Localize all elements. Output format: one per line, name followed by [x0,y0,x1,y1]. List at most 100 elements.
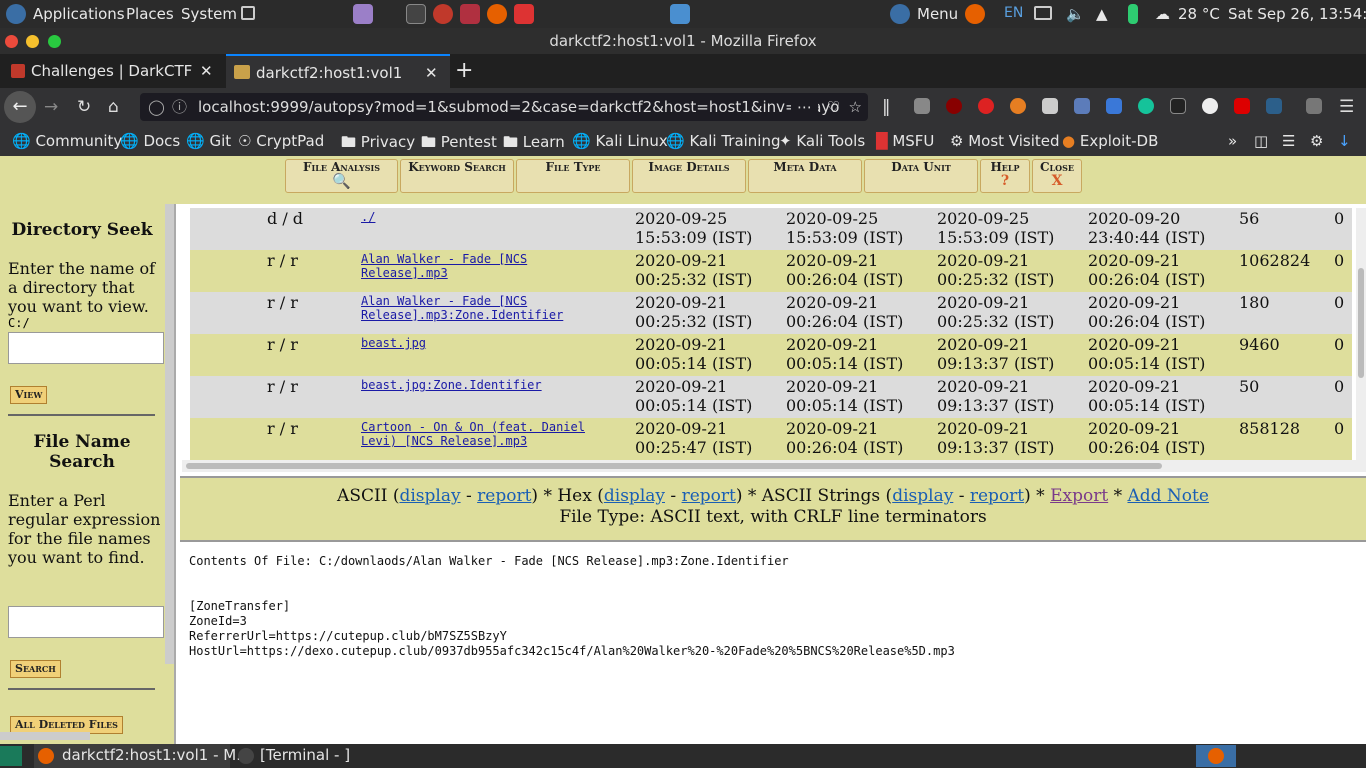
back-icon[interactable]: ← [4,91,36,123]
scroll-thumb[interactable] [186,463,1162,469]
export-link[interactable]: Export [1050,486,1108,506]
taskbar-terminal-window[interactable]: [Terminal - ] [236,744,436,768]
tab-autopsy[interactable]: darkctf2:host1:vol1 ✕ [226,54,450,88]
settings-icon[interactable]: ⚙ [1310,132,1323,150]
metasploit-icon[interactable] [460,4,480,24]
tab-image-details[interactable]: Image Details [632,159,746,193]
bookmark-folder-learn[interactable]: 🖿 Learn [503,132,565,157]
new-tab-icon[interactable]: + [455,54,473,88]
system-menu[interactable]: System [181,5,237,23]
shield-icon[interactable]: ◯ [148,93,165,121]
cookie-icon[interactable] [1202,98,1218,114]
close-tab-icon[interactable]: ✕ [200,54,213,88]
foxyproxy-icon[interactable] [1010,98,1026,114]
taskbar-firefox-window[interactable]: darkctf2:host1:vol1 - M... [34,744,251,768]
battery-icon[interactable] [1128,4,1138,24]
extension-menu-icon[interactable] [1306,98,1322,114]
show-desktop-icon[interactable] [0,746,22,766]
downloads-icon[interactable]: ↓ [1338,132,1351,150]
tab-file-type[interactable]: File Type [516,159,630,193]
weather-temp[interactable]: 28 °C [1178,5,1220,23]
file-name-link[interactable]: Cartoon - On & On (feat. Daniel Levi) [N… [361,420,591,448]
page-info-icon[interactable]: ⓘ [172,93,187,121]
scroll-thumb[interactable] [1358,268,1364,378]
strings-display-link[interactable]: display [892,486,953,506]
search-button[interactable]: Search [10,660,61,678]
wifi-icon[interactable]: ▲ [1096,5,1108,23]
file-name-link[interactable]: ./ [361,210,591,224]
applications-menu[interactable]: Applications [33,5,125,23]
workspace-switcher[interactable] [1196,745,1236,767]
directory-input[interactable] [8,332,164,364]
recorder-icon[interactable] [514,4,534,24]
shodan-icon[interactable] [1234,98,1250,114]
maximize-window-icon[interactable] [48,35,61,48]
bookmark-docs[interactable]: 🌐 Docs [120,132,180,150]
terminal-icon[interactable] [406,4,426,24]
bookmark-git[interactable]: 🌐 Git [186,132,231,150]
keyboard-layout[interactable]: EN [1004,5,1023,21]
sidebar-scrollbar[interactable] [165,204,174,664]
close-window-icon[interactable] [5,35,18,48]
text-editor-icon[interactable] [353,4,373,24]
bookmark-msfu[interactable]: █ MSFU [876,132,934,150]
display-icon[interactable] [1034,6,1052,20]
ascii-report-link[interactable]: report [477,486,531,506]
ublock-icon[interactable] [946,98,962,114]
home-icon[interactable]: ⌂ [108,97,119,117]
filename-regex-input[interactable] [8,606,164,638]
wappalyzer-icon[interactable] [1074,98,1090,114]
translate-icon[interactable] [1106,98,1122,114]
menu-button[interactable]: Menu [917,5,958,23]
file-name-link[interactable]: beast.jpg [361,336,591,350]
noscript-icon[interactable] [1266,98,1282,114]
kali-logo-icon[interactable] [6,4,26,24]
tab-file-analysis[interactable]: File Analysis 🔍 [285,159,398,193]
reader-icon[interactable]: ☰ [1282,132,1295,150]
volume-icon[interactable]: 🔈 [1066,5,1085,23]
bookmark-cryptpad[interactable]: ☉ CryptPad [238,132,324,150]
firefox-launcher-icon[interactable] [487,4,507,24]
more-bookmarks-icon[interactable]: » [1228,132,1237,150]
clock[interactable]: Sat Sep 26, 13:54:59 [1228,5,1366,23]
minimize-window-icon[interactable] [26,35,39,48]
bookmark-community[interactable]: 🌐 Community [12,132,122,150]
tab-challenges[interactable]: Challenges | DarkCTF ✕ [0,54,225,88]
bookmark-kali-linux[interactable]: 🌐 Kali Linux [572,132,668,150]
bookmark-folder-privacy[interactable]: 🖿 Privacy [341,132,415,157]
page-actions-icon[interactable]: ⋯ [791,93,818,121]
tab-close[interactable]: Close X [1032,159,1082,193]
hex-display-link[interactable]: display [604,486,665,506]
strings-report-link[interactable]: report [970,486,1024,506]
tab-meta-data[interactable]: Meta Data [748,159,862,193]
places-menu[interactable]: Places [126,5,174,23]
privacy-badger-icon[interactable] [978,98,994,114]
bookmark-folder-pentest[interactable]: 🖿 Pentest [421,132,497,157]
bookmark-kali-training[interactable]: 🌐 Kali Training [666,132,781,150]
firefox-tray-icon[interactable] [965,4,985,24]
file-list-hscrollbar[interactable] [182,460,1366,472]
kali-menu-icon[interactable] [890,4,910,24]
notes-icon[interactable] [670,4,690,24]
tab-data-unit[interactable]: Data Unit [864,159,978,193]
terminal-ext-icon[interactable] [1170,98,1186,114]
tab-help[interactable]: Help? [980,159,1030,193]
forward-icon[interactable]: → [44,97,58,117]
library-icon[interactable]: ‖ [882,97,891,117]
tab-keyword-search[interactable]: Keyword Search [400,159,514,193]
file-name-link[interactable]: beast.jpg:Zone.Identifier [361,378,591,392]
sidebar-hscrollbar[interactable] [0,732,90,740]
ascii-display-link[interactable]: display [399,486,460,506]
reload-icon[interactable]: ↻ [77,97,91,117]
bookmark-most-visited[interactable]: ⚙ Most Visited [950,132,1060,150]
grammarly-icon[interactable] [1138,98,1154,114]
view-button[interactable]: View [10,386,48,404]
root-terminal-icon[interactable] [433,4,453,24]
bookmark-kali-tools[interactable]: ✦ Kali Tools [779,132,865,150]
add-note-link[interactable]: Add Note [1127,486,1208,506]
extension-icon[interactable] [914,98,930,114]
pocket-icon[interactable]: ♡ [827,93,840,121]
url-bar[interactable]: ◯ ⓘ localhost:9999/autopsy?mod=1&submod=… [140,93,868,121]
extensions-grid-icon[interactable] [1042,98,1058,114]
close-tab-icon[interactable]: ✕ [425,56,438,90]
